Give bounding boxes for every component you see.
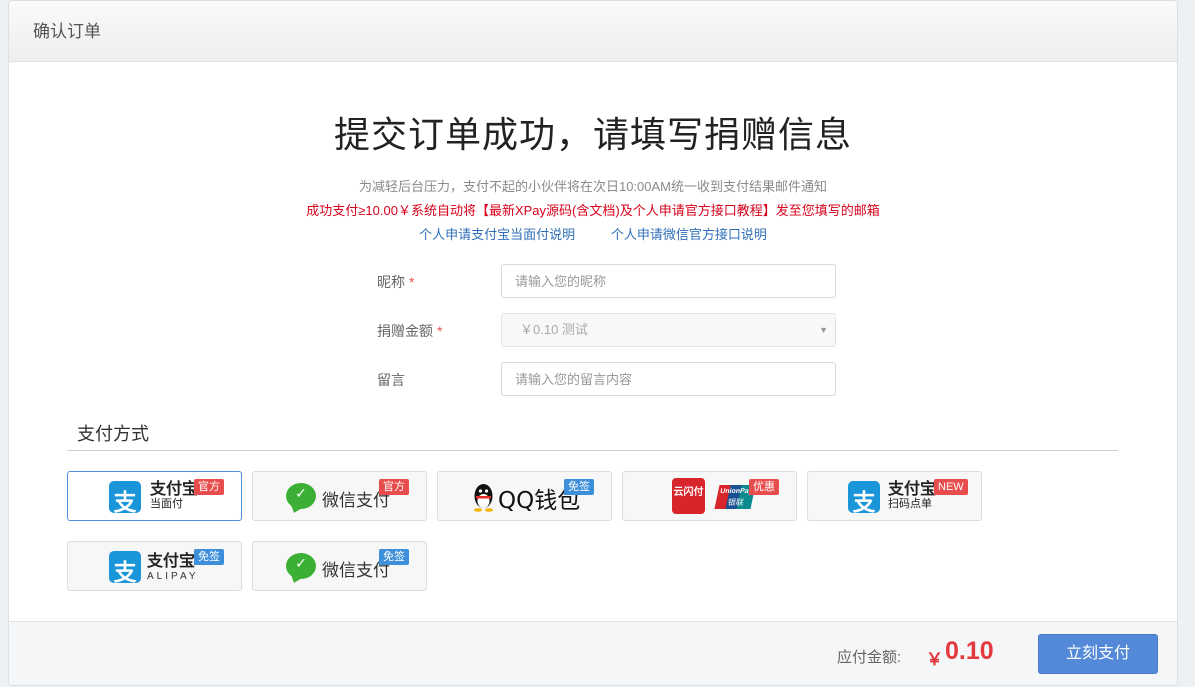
promo-notice: 成功支付≥10.00￥系统自动将【最新XPay源码(含文档)及个人申请官方接口教… (306, 203, 880, 218)
amount-row: 捐赠金额 * ￥0.10 测试 ▼ (377, 313, 836, 347)
pay-option-wechat-official[interactable]: ✓ 微信支付 官方 (252, 471, 427, 521)
alipay-sub: 扫码点单 (888, 498, 932, 510)
order-panel: 确认订单 提交订单成功，请填写捐赠信息 为减轻后台压力，支付不起的小伙伴将在次日… (8, 0, 1178, 686)
message-label: 留言 (377, 372, 405, 388)
badge-free-sign: 免签 (564, 479, 594, 495)
success-heading: 提交订单成功，请填写捐赠信息 (333, 115, 852, 156)
amount-select[interactable]: ￥0.10 测试 ▼ (501, 313, 836, 347)
panel-header: 确认订单 (9, 1, 1177, 62)
page-title: 确认订单 (33, 22, 101, 41)
message-row: 留言 (377, 362, 836, 396)
alipay-icon: 支 (109, 481, 141, 516)
nickname-input[interactable] (501, 264, 836, 298)
pay-now-button[interactable]: 立刻支付 (1038, 634, 1158, 674)
wechat-pay-icon: ✓ (286, 553, 316, 579)
pay-option-alipay-free[interactable]: 支 支付宝 ALIPAY 免签 (67, 541, 242, 591)
alipay-brand: 支付宝 (150, 479, 199, 498)
badge-new: NEW (934, 479, 968, 495)
checkout-bar: 应付金额: ￥ 0.10 立刻支付 (9, 621, 1177, 685)
currency-symbol: ￥ (926, 650, 943, 669)
amount-label: 捐赠金额 * (377, 323, 443, 339)
badge-free-sign: 免签 (379, 549, 409, 565)
alipay-icon: 支 (848, 481, 880, 516)
help-links: 个人申请支付宝当面付说明 个人申请微信官方接口说明 (9, 224, 1177, 243)
badge-official: 官方 (194, 479, 224, 495)
wechat-pay-icon: ✓ (286, 483, 316, 509)
quickpass-icon: 云闪付 (672, 478, 705, 514)
alipay-brand: 支付宝 (147, 551, 196, 570)
message-input[interactable] (501, 362, 836, 396)
badge-discount: 优惠 (749, 479, 779, 495)
notice-text: 为减轻后台压力，支付不起的小伙伴将在次日10:00AM统一收到支付结果邮件通知 (358, 179, 828, 194)
alipay-guide-link[interactable]: 个人申请支付宝当面付说明 (419, 227, 575, 242)
total-label: 应付金额: (837, 649, 902, 666)
pay-option-alipay-f2f[interactable]: 支 支付宝 当面付 官方 (67, 471, 242, 521)
pay-option-unionpay[interactable]: 云闪付 UnionPay 银联 优惠 (622, 471, 797, 521)
wechat-guide-link[interactable]: 个人申请微信官方接口说明 (611, 227, 767, 242)
divider (67, 450, 1118, 451)
qq-penguin-icon (474, 484, 493, 512)
pay-option-alipay-scan[interactable]: 支 支付宝 扫码点单 NEW (807, 471, 982, 521)
badge-free-sign: 免签 (194, 549, 224, 565)
pay-option-qq-wallet[interactable]: QQ钱包 免签 (437, 471, 612, 521)
alipay-sub: ALIPAY (147, 571, 199, 582)
payment-section-title: 支付方式 (77, 424, 149, 444)
alipay-sub: 当面付 (150, 498, 183, 510)
amount-selected-value: ￥0.10 测试 (520, 322, 588, 337)
nickname-label: 昵称 * (377, 274, 415, 290)
alipay-brand: 支付宝 (888, 479, 937, 498)
pay-option-wechat-free[interactable]: ✓ 微信支付 免签 (252, 541, 427, 591)
chevron-down-icon: ▼ (819, 325, 828, 335)
nickname-row: 昵称 * (377, 264, 836, 298)
badge-official: 官方 (379, 479, 409, 495)
total-amount: 0.10 (945, 637, 994, 665)
alipay-icon: 支 (109, 551, 141, 586)
